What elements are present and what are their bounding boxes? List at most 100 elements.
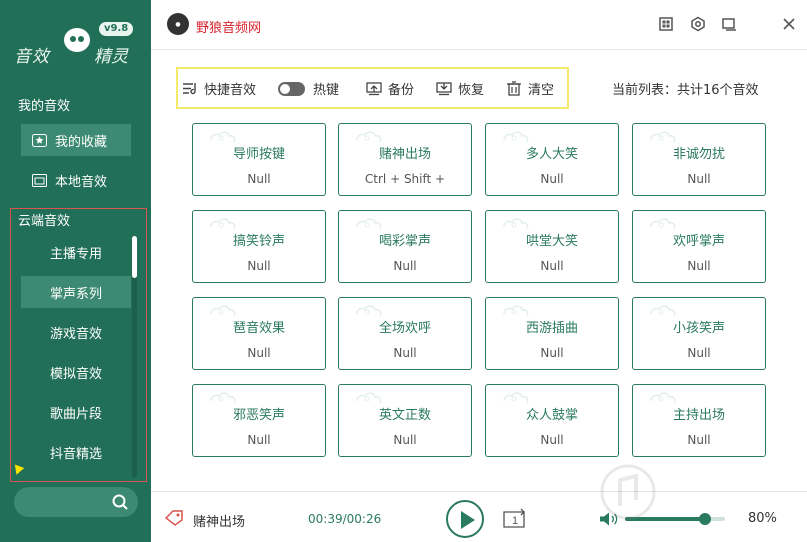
- sound-card[interactable]: 导师按键 Null: [192, 123, 326, 196]
- sound-card-title: 哄堂大笑: [525, 234, 578, 249]
- logo-text-left: 音效: [14, 47, 50, 67]
- sound-card[interactable]: 邪恶笑声 Null: [192, 384, 326, 457]
- sound-card[interactable]: 搞笑铃声 Null: [192, 210, 326, 283]
- minimize-icon[interactable]: [721, 16, 737, 32]
- sound-card-title: 非诚勿扰: [672, 147, 725, 162]
- sound-card-hotkey: Null: [247, 433, 271, 447]
- folder-icon: [31, 173, 47, 187]
- sound-card[interactable]: 欢呼掌声 Null: [632, 210, 766, 283]
- sound-card[interactable]: 多人大笑 Null: [485, 123, 619, 196]
- hotkey-toggle[interactable]: 热键: [278, 79, 339, 98]
- sound-card-title: 众人鼓掌: [525, 408, 578, 423]
- sound-card[interactable]: 琶音效果 Null: [192, 297, 326, 370]
- star-icon: [31, 133, 47, 147]
- sound-card[interactable]: 小孩笑声 Null: [632, 297, 766, 370]
- quick-sounds-button[interactable]: 快捷音效: [182, 79, 256, 98]
- repeat-count: 1: [512, 515, 518, 527]
- volume-percent: 80%: [748, 511, 777, 526]
- sound-card-hotkey: Null: [393, 259, 417, 273]
- sound-card[interactable]: 哄堂大笑 Null: [485, 210, 619, 283]
- volume-slider-knob[interactable]: [699, 513, 711, 525]
- brand-name: 野狼音频网: [196, 21, 262, 36]
- sound-card[interactable]: 众人鼓掌 Null: [485, 384, 619, 457]
- player-bar: 赌神出场 00:39/00:26 1 80%: [151, 491, 807, 542]
- sidebar-item-local[interactable]: 本地音效: [21, 164, 131, 196]
- brand-logo-icon: ●: [167, 13, 189, 35]
- sidebar-item-label: 我的收藏: [55, 134, 108, 150]
- cloud-sounds-header: 云端音效: [18, 214, 71, 229]
- hotkey-switch[interactable]: [278, 81, 305, 96]
- logo-face-icon: [64, 28, 90, 52]
- list-count-info: 当前列表：共计16个音效: [612, 83, 759, 98]
- app-logo: 音效 精灵 v9.8: [14, 22, 139, 67]
- sound-card-hotkey: Null: [540, 172, 564, 186]
- sound-card[interactable]: 英文正数 Null: [338, 384, 472, 457]
- settings-icon[interactable]: [690, 16, 706, 32]
- version-badge: v9.8: [99, 22, 134, 36]
- sound-card-hotkey: Null: [540, 346, 564, 360]
- cloud-item-applause[interactable]: 掌声系列: [21, 276, 131, 308]
- sound-card[interactable]: 主持出场 Null: [632, 384, 766, 457]
- list-icon: [183, 83, 196, 95]
- cloud-item-label: 模拟音效: [50, 366, 103, 382]
- sound-card-hotkey: Null: [247, 172, 271, 186]
- search-input[interactable]: [14, 487, 138, 517]
- cloud-item-game[interactable]: 游戏音效: [21, 316, 131, 348]
- sound-card-title: 搞笑铃声: [232, 234, 285, 249]
- volume-icon[interactable]: [599, 512, 619, 526]
- cloud-item-song-clips[interactable]: 歌曲片段: [21, 396, 131, 428]
- repeat-button[interactable]: 1: [501, 508, 529, 530]
- restore-icon: [436, 82, 452, 96]
- cloud-item-label: 抖音精选: [50, 446, 103, 462]
- search-icon[interactable]: [112, 494, 128, 510]
- close-icon[interactable]: [781, 16, 797, 32]
- sound-card-title: 琶音效果: [232, 321, 285, 336]
- skin-icon[interactable]: [658, 16, 674, 32]
- sound-card-hotkey: Null: [393, 433, 417, 447]
- sound-card-title: 多人大笑: [525, 147, 578, 162]
- sound-card[interactable]: 喝彩掌声 Null: [338, 210, 472, 283]
- sound-card-title: 西游插曲: [525, 321, 578, 336]
- sound-card-title: 主持出场: [672, 408, 725, 423]
- sound-card-title: 欢呼掌声: [672, 234, 725, 249]
- clear-button[interactable]: 清空: [506, 79, 554, 98]
- backup-button[interactable]: 备份: [366, 79, 414, 98]
- sound-card-hotkey: Null: [247, 346, 271, 360]
- sound-card-hotkey: Null: [540, 259, 564, 273]
- sound-card-title: 导师按键: [232, 147, 285, 162]
- sound-card-hotkey: Null: [687, 433, 711, 447]
- cloud-item-label: 掌声系列: [50, 286, 103, 302]
- sound-card-title: 小孩笑声: [672, 321, 725, 336]
- tag-icon: [165, 510, 183, 526]
- sound-card-hotkey: Ctrl + Shift +: [364, 172, 446, 186]
- hotkey-label: 热键: [313, 83, 340, 98]
- cloud-item-label: 主播专用: [50, 246, 103, 262]
- sound-card[interactable]: 全场欢呼 Null: [338, 297, 472, 370]
- backup-label: 备份: [388, 83, 415, 98]
- sound-card-title: 喝彩掌声: [378, 234, 431, 249]
- sound-card-hotkey: Null: [247, 259, 271, 273]
- sidebar: 音效 精灵 v9.8 我的音效 我的收藏 本地音效 云端音效 主播专用 掌声系列…: [0, 0, 151, 542]
- sound-card-title: 邪恶笑声: [232, 408, 285, 423]
- play-button[interactable]: [446, 500, 484, 538]
- cloud-item-anchor[interactable]: 主播专用: [21, 236, 131, 268]
- sound-card[interactable]: 赌神出场 Ctrl + Shift +: [338, 123, 472, 196]
- sound-card[interactable]: 西游插曲 Null: [485, 297, 619, 370]
- sound-card-hotkey: Null: [687, 346, 711, 360]
- restore-button[interactable]: 恢复: [436, 79, 484, 98]
- trash-icon: [507, 81, 521, 96]
- cloud-item-douyin[interactable]: 抖音精选: [21, 436, 131, 468]
- quick-sounds-label: 快捷音效: [204, 83, 257, 98]
- cloud-item-simulated[interactable]: 模拟音效: [21, 356, 131, 388]
- sidebar-item-favorites[interactable]: 我的收藏: [21, 124, 131, 156]
- sound-card-hotkey: Null: [393, 346, 417, 360]
- logo-text-right: 精灵: [94, 47, 128, 67]
- cloud-item-label: 游戏音效: [50, 326, 103, 342]
- cloud-item-label: 歌曲片段: [50, 406, 103, 422]
- sound-card-title: 赌神出场: [378, 147, 431, 162]
- repeat-icon: 1: [503, 508, 525, 528]
- clear-label: 清空: [528, 83, 555, 98]
- sound-card[interactable]: 非诚勿扰 Null: [632, 123, 766, 196]
- volume-slider-fill: [625, 517, 705, 521]
- cloud-scrollbar-thumb[interactable]: [132, 236, 137, 278]
